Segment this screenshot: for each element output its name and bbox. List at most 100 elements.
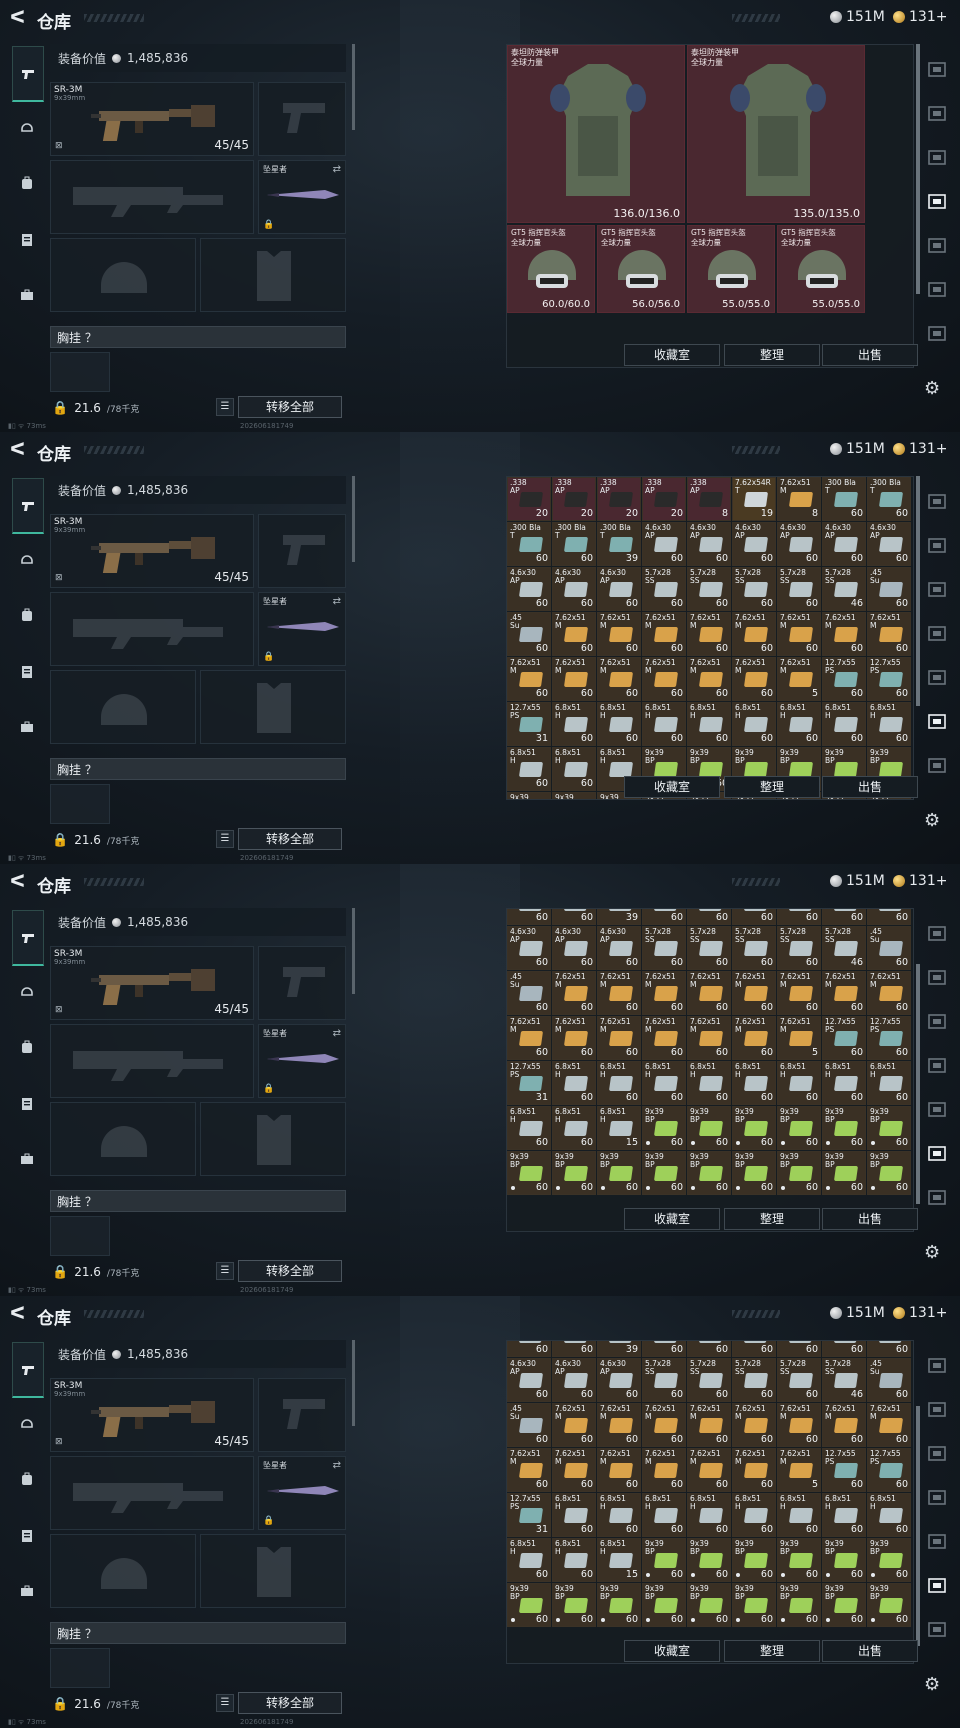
ammo-stack-cell[interactable]: 7.62x51 M 5 xyxy=(777,1448,821,1492)
tab-weapons[interactable] xyxy=(12,46,44,102)
stash-page-6-tab[interactable] xyxy=(924,708,950,734)
ammo-stack-cell[interactable]: 7.62x51 M 5 xyxy=(777,1016,821,1060)
ammo-stack-cell[interactable]: 6.8x51 H 60 xyxy=(642,702,686,746)
ammo-stack-cell[interactable]: 4.6x30 AP 60 xyxy=(597,567,641,611)
ammo-stack-cell[interactable]: 7.62x51 M 60 xyxy=(687,1016,731,1060)
ammo-stack-cell[interactable]: 7.62x51 M 60 xyxy=(732,1016,776,1060)
back-arrow-icon[interactable]: ᐸ xyxy=(10,873,26,891)
ammo-stack-cell[interactable]: 5.7x28 SS 60 xyxy=(732,926,776,970)
ammo-stack-cell[interactable]: 9x39 BP 60 xyxy=(777,1583,821,1627)
ammo-stack-cell[interactable]: 7.62x54R T 19 xyxy=(732,477,776,521)
tab-backpack[interactable] xyxy=(12,1032,42,1062)
ammo-stack-cell[interactable]: 7.62x51 M 60 xyxy=(732,971,776,1015)
chest-rig-cell[interactable] xyxy=(50,352,110,392)
favorites-button[interactable]: 收藏室 xyxy=(624,1208,720,1230)
stash-page-7-tab[interactable] xyxy=(924,1184,950,1210)
ammo-stack-cell[interactable]: 5.7x28 SS 60 xyxy=(642,926,686,970)
silver-currency[interactable]: 151M xyxy=(830,1305,885,1321)
ammo-stack-cell[interactable]: 60 xyxy=(552,909,596,925)
ammo-stack-cell[interactable]: 6.8x51 H 60 xyxy=(552,1493,596,1537)
primary-weapon-slot[interactable]: SR-3M 9x39mm 45/45 ⊠ xyxy=(50,514,254,588)
armor-slot[interactable] xyxy=(200,1102,346,1176)
ammo-stack-cell[interactable]: 9x39 BP 60 xyxy=(552,1151,596,1195)
primary-weapon-slot[interactable]: SR-3M 9x39mm 45/45 ⊠ xyxy=(50,946,254,1020)
ammo-stack-cell[interactable]: 7.62x51 M 60 xyxy=(687,1403,731,1447)
ammo-stack-cell[interactable]: 6.8x51 H 60 xyxy=(642,1493,686,1537)
ammo-stack-cell[interactable]: 9x39 BP 60 xyxy=(507,1583,551,1627)
stash-page-7-tab[interactable] xyxy=(924,1616,950,1642)
tab-helmet[interactable] xyxy=(12,544,42,574)
ammo-stack-cell[interactable]: 60 xyxy=(822,909,866,925)
tab-backpack[interactable] xyxy=(12,600,42,630)
ammo-stack-cell[interactable]: 6.8x51 H 60 xyxy=(507,1106,551,1150)
primary-weapon-slot[interactable]: SR-3M 9x39mm 45/45 ⊠ xyxy=(50,82,254,156)
ammo-stack-cell[interactable]: 6.8x51 H 60 xyxy=(552,1106,596,1150)
tab-tasks[interactable] xyxy=(12,656,42,686)
ammo-stack-cell[interactable]: 6.8x51 H 60 xyxy=(597,1493,641,1537)
stash-page-4-tab[interactable] xyxy=(924,1052,950,1078)
ammo-stack-cell[interactable]: 4.6x30 AP 60 xyxy=(552,567,596,611)
ammo-stack-cell[interactable]: 7.62x51 M 60 xyxy=(597,612,641,656)
stash-page-5-tab[interactable] xyxy=(924,1528,950,1554)
ammo-stack-cell[interactable]: 7.62x51 M 60 xyxy=(642,612,686,656)
ammo-stack-cell[interactable]: 6.8x51 H 60 xyxy=(687,702,731,746)
tab-helmet[interactable] xyxy=(12,1408,42,1438)
secondary-weapon-slot[interactable] xyxy=(50,160,254,234)
ammo-stack-cell[interactable]: 9x39 BP 60 xyxy=(822,1106,866,1150)
gear-icon[interactable]: ⚙ xyxy=(924,1242,940,1263)
ammo-stack-cell[interactable]: 7.62x51 M 60 xyxy=(597,971,641,1015)
ammo-stack-cell[interactable]: 6.8x51 H 60 xyxy=(777,1493,821,1537)
ammo-stack-cell[interactable]: 7.62x51 M 60 xyxy=(642,1403,686,1447)
ammo-stack-cell[interactable]: 6.8x51 H 15 xyxy=(597,1106,641,1150)
ammo-stack-cell[interactable]: 9x39 BP 60 xyxy=(822,1583,866,1627)
ammo-stack-cell[interactable]: 7.62x51 M 60 xyxy=(642,1016,686,1060)
tab-backpack[interactable] xyxy=(12,1464,42,1494)
chest-rig-header[interactable]: 胸挂 ？ xyxy=(50,326,346,348)
ammo-stack-cell[interactable]: 6.8x51 H 60 xyxy=(552,747,596,791)
ammo-stack-cell[interactable]: 7.62x51 M 60 xyxy=(732,657,776,701)
ammo-stack-cell[interactable]: 60 xyxy=(777,909,821,925)
ammo-stack-cell[interactable]: 7.62x51 M 60 xyxy=(642,971,686,1015)
ammo-stack-cell[interactable]: 9x39 BP 60 xyxy=(732,1583,776,1627)
transfer-all-button[interactable]: 转移全部 xyxy=(238,396,342,418)
stash-page-3-tab[interactable] xyxy=(924,576,950,602)
stash-page-5-tab[interactable] xyxy=(924,664,950,690)
ammo-stack-cell[interactable]: 5.7x28 SS 60 xyxy=(732,1358,776,1402)
ammo-stack-cell[interactable]: 9x39 BP 60 xyxy=(687,1538,731,1582)
ammo-stack-cell[interactable]: .338 AP 20 xyxy=(597,477,641,521)
ammo-stack-cell[interactable]: 60 xyxy=(777,1341,821,1357)
loadout-scrollbar[interactable] xyxy=(352,476,355,562)
ammo-stack-cell[interactable]: 9x39 BP 60 xyxy=(597,1151,641,1195)
ammo-stack-cell[interactable]: 7.62x51 M 60 xyxy=(552,1016,596,1060)
gold-currency[interactable]: 131+ xyxy=(893,1305,947,1321)
ammo-stack-cell[interactable]: 9x39 BP 60 xyxy=(822,1151,866,1195)
melee-slot[interactable]: 坠星者 ⇄ 🔒 xyxy=(258,1024,346,1098)
ammo-stack-cell[interactable]: .300 Bla T 39 xyxy=(597,522,641,566)
sort-button[interactable]: 整理 xyxy=(724,1208,820,1230)
chest-rig-header[interactable]: 胸挂 ？ xyxy=(50,1622,346,1644)
secondary-weapon-slot[interactable] xyxy=(50,592,254,666)
swap-icon[interactable]: ⇄ xyxy=(333,164,341,175)
stash-page-6-tab[interactable] xyxy=(924,1572,950,1598)
sort-button[interactable]: 整理 xyxy=(724,344,820,366)
helmet-item-cell[interactable]: GT5 指挥官头盔 全球力量 60.0/60.0 xyxy=(507,225,595,313)
tab-helmet[interactable] xyxy=(12,976,42,1006)
tab-helmet[interactable] xyxy=(12,112,42,142)
ammo-stack-cell[interactable]: 4.6x30 AP 60 xyxy=(507,567,551,611)
tab-tasks[interactable] xyxy=(12,1520,42,1550)
ammo-stack-cell[interactable]: 7.62x51 M 60 xyxy=(552,971,596,1015)
sort-button[interactable]: 整理 xyxy=(724,1640,820,1662)
tab-cases[interactable] xyxy=(12,1576,42,1606)
helmet-slot[interactable] xyxy=(50,670,196,744)
ammo-stack-cell[interactable]: 7.62x51 M 8 xyxy=(777,477,821,521)
armor-slot[interactable] xyxy=(200,238,346,312)
ammo-stack-cell[interactable]: 7.62x51 M 60 xyxy=(642,657,686,701)
gold-currency[interactable]: 131+ xyxy=(893,9,947,25)
favorites-button[interactable]: 收藏室 xyxy=(624,1640,720,1662)
pistol-slot[interactable] xyxy=(258,82,346,156)
ammo-stack-cell[interactable]: 7.62x51 M 60 xyxy=(687,1448,731,1492)
ammo-stack-cell[interactable]: 6.8x51 H 60 xyxy=(642,1061,686,1105)
ammo-stack-cell[interactable]: 6.8x51 H 60 xyxy=(552,1538,596,1582)
helmet-slot[interactable] xyxy=(50,238,196,312)
ammo-stack-cell[interactable]: 6.8x51 H 60 xyxy=(687,1061,731,1105)
